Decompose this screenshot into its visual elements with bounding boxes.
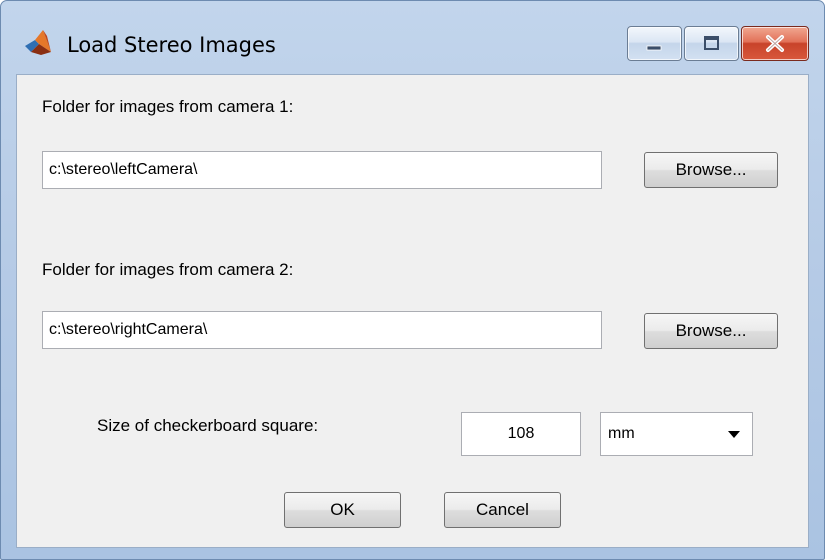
minimize-icon [646, 45, 662, 51]
checkerboard-size-label: Size of checkerboard square: [97, 416, 319, 435]
cancel-button[interactable]: Cancel [444, 492, 561, 528]
title-bar[interactable]: Load Stereo Images [1, 1, 824, 61]
camera1-folder-value: c:\stereo\leftCamera\ [49, 161, 198, 178]
minimize-button[interactable] [627, 26, 682, 61]
dialog-content: Folder for images from camera 1: c:\ster… [16, 74, 809, 548]
maximize-button[interactable] [684, 26, 739, 61]
ok-label: OK [330, 500, 355, 519]
camera1-folder-label: Folder for images from camera 1: [42, 97, 294, 116]
checkerboard-size-value: 108 [507, 425, 535, 442]
ok-button[interactable]: OK [284, 492, 401, 528]
matlab-logo-icon [25, 30, 51, 55]
cancel-label: Cancel [476, 500, 529, 519]
camera2-folder-value: c:\stereo\rightCamera\ [49, 321, 208, 338]
camera1-folder-input[interactable]: c:\stereo\leftCamera\ [42, 151, 602, 189]
maximize-icon [704, 36, 719, 50]
unit-selected-value: mm [608, 425, 635, 442]
dialog-window: Load Stereo Images Folder for images fro… [0, 0, 825, 560]
close-button[interactable] [741, 26, 809, 61]
close-icon [766, 35, 784, 52]
camera2-folder-label: Folder for images from camera 2: [42, 260, 294, 279]
camera2-browse-button[interactable]: Browse... [644, 313, 778, 349]
chevron-down-icon[interactable] [716, 413, 752, 455]
camera2-folder-input[interactable]: c:\stereo\rightCamera\ [42, 311, 602, 349]
camera2-browse-label: Browse... [675, 321, 747, 340]
window-title: Load Stereo Images [67, 33, 276, 57]
camera1-browse-button[interactable]: Browse... [644, 152, 778, 188]
checkerboard-size-input[interactable]: 108 [461, 412, 581, 456]
camera1-browse-label: Browse... [675, 160, 747, 179]
unit-dropdown[interactable]: mm [600, 412, 753, 456]
